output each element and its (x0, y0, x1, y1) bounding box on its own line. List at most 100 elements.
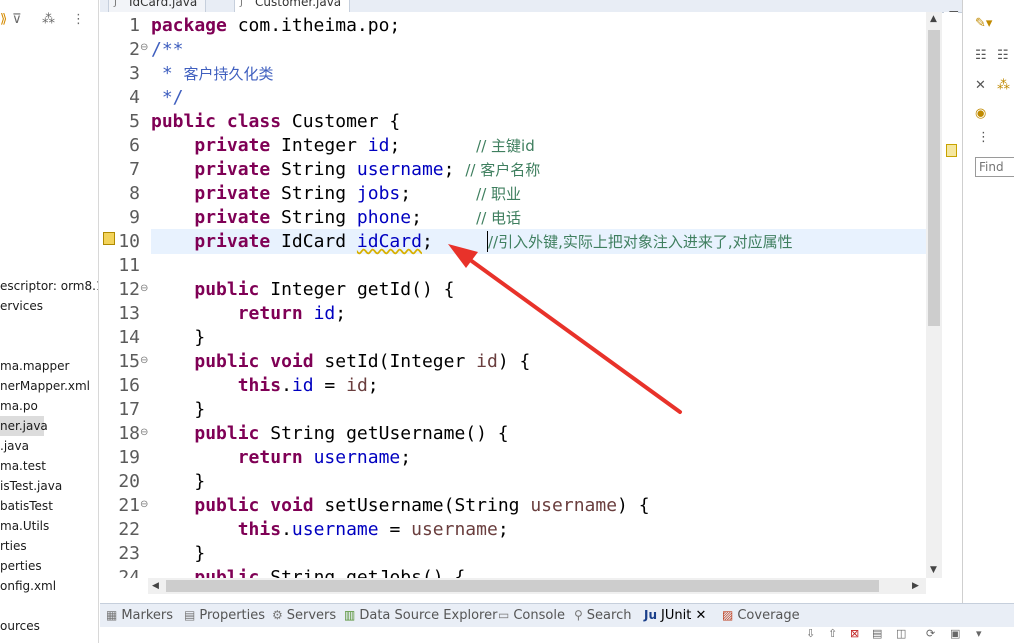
code-line: private String username; // 客户名称 (151, 159, 540, 180)
line-number: 21 (118, 495, 140, 516)
code-editor[interactable]: 1 2 ⊖ 3 4 5 6 7 8 9 10 11 12 ⊖ 13 14 15 … (100, 12, 926, 578)
scrollbar-thumb[interactable] (166, 580, 879, 592)
code-line: * 客户持久化类 (151, 63, 274, 84)
line-number: 1 (129, 15, 140, 36)
history-icon[interactable]: ▤ (872, 627, 882, 640)
horizontal-scrollbar[interactable]: ◀ ▶ (148, 578, 926, 594)
tree-item[interactable]: ervices (0, 296, 43, 316)
field-warning[interactable]: idCard (357, 231, 422, 252)
tree-item[interactable]: onfig.xml (0, 576, 56, 596)
hide-fields-icon[interactable]: ✕ (975, 78, 986, 93)
code-text: ; (367, 375, 379, 396)
tab-coverage[interactable]: ▨ Coverage (722, 608, 800, 623)
code-line: */ (151, 87, 184, 108)
scroll-left-icon[interactable]: ◀ (152, 581, 159, 591)
tab-markers[interactable]: ▦ Markers (106, 608, 173, 623)
tree-item[interactable]: isTest.java (0, 476, 62, 496)
view-menu-icon[interactable]: ⋮ (72, 12, 85, 27)
tree-item[interactable]: ma.mapper (0, 356, 69, 376)
tree-item[interactable]: perties (0, 556, 42, 576)
previous-failure-icon[interactable]: ⇧ (828, 627, 837, 640)
categorize-icon[interactable]: ☷ (975, 48, 987, 63)
stop-icon[interactable]: ▣ (950, 627, 960, 640)
tree-item[interactable]: batisTest (0, 496, 53, 516)
keyword: private (194, 231, 271, 252)
tab-console[interactable]: ▭ Console (498, 608, 565, 623)
fold-icon[interactable]: ⊖ (140, 427, 150, 438)
code-line: } (151, 327, 205, 348)
line-number: 2 (129, 39, 140, 60)
scroll-up-icon[interactable]: ▲ (930, 14, 937, 24)
field: id (313, 303, 336, 324)
code-text: String (259, 567, 347, 578)
hide-static-icon[interactable]: ⁂ (997, 78, 1010, 93)
tab-data-source-explorer[interactable]: ▥ Data Source Explorer (344, 608, 497, 623)
show-failures-icon[interactable]: ⊠ (850, 627, 859, 640)
tree-item[interactable]: ma.Utils (0, 516, 49, 536)
link-editor-icon[interactable]: ⟫ (0, 12, 7, 27)
tab-servers[interactable]: ⚙ Servers (272, 608, 336, 623)
scroll-right-icon[interactable]: ▶ (912, 581, 919, 591)
servers-icon: ⚙ (272, 608, 283, 622)
new-task-icon[interactable]: ✎▾ (975, 16, 992, 31)
tree-item[interactable]: ma.test (0, 456, 46, 476)
code-line: public void setId(Integer id) { (151, 351, 530, 372)
tab-junit[interactable]: Ju JUnit ✕ (644, 608, 706, 623)
tree-item[interactable]: rties (0, 536, 27, 556)
code-line: } (151, 543, 205, 564)
code-line: private String phone; // 电话 (151, 207, 521, 228)
code-line: /** (151, 39, 184, 60)
fold-icon[interactable]: ⊖ (140, 283, 150, 294)
tree-item-selected[interactable]: ner.java (0, 416, 48, 436)
code-text: String (270, 183, 357, 204)
code-line: public void setUsername(String username)… (151, 495, 649, 516)
tree-item[interactable]: ma.po (0, 396, 38, 416)
keyword: private (194, 135, 271, 156)
code-line: private Integer id; // 主键id (151, 135, 535, 156)
view-menu-icon[interactable]: ⋮ (977, 130, 990, 145)
filter-icon[interactable]: ⊽ (12, 12, 22, 27)
warning-overview-marker[interactable] (946, 144, 957, 157)
focus-task-icon[interactable]: ◉ (975, 106, 986, 121)
scroll-down-icon[interactable]: ▼ (930, 565, 937, 575)
fold-icon[interactable]: ⊖ (140, 42, 150, 53)
rerun-icon[interactable]: ⟳ (926, 627, 935, 640)
code-text: = (378, 519, 412, 540)
vertical-scrollbar[interactable]: ▲ ▼ (926, 12, 942, 578)
keyword: public (194, 423, 260, 444)
parameter: id (476, 351, 498, 372)
tab-properties[interactable]: ▤ Properties (184, 608, 265, 623)
tab-search[interactable]: ⚲ Search (574, 608, 631, 623)
comment: // 主键id (476, 137, 535, 155)
keyword: public (194, 567, 260, 578)
field: phone (356, 207, 412, 228)
tree-item[interactable]: .java (0, 436, 29, 456)
keyword: private (194, 183, 271, 204)
keyword: class (226, 111, 282, 132)
fold-icon[interactable]: ⊖ (140, 499, 150, 510)
tree-item[interactable]: ources (0, 616, 40, 636)
line-number: 20 (118, 471, 140, 492)
tree-item[interactable]: escriptor: orm8.1 (0, 276, 98, 296)
line-number: 11 (118, 255, 140, 276)
warning-marker-icon[interactable] (103, 232, 115, 245)
tree-item[interactable]: nerMapper.xml (0, 376, 90, 396)
code-text: ; (411, 207, 422, 228)
view-menu-icon[interactable]: ▾ (976, 627, 982, 640)
code-text: ; (389, 135, 401, 156)
hierarchy-icon[interactable]: ☷ (997, 48, 1009, 63)
code-text: } (194, 543, 206, 564)
overview-ruler (944, 12, 958, 578)
keyword: this (237, 519, 282, 540)
tab-label: Data Source Explorer (359, 608, 498, 623)
close-icon[interactable]: ✕ (695, 608, 706, 623)
scrollbar-thumb[interactable] (928, 30, 940, 326)
find-input[interactable] (975, 157, 1014, 177)
code-line: public class Customer { (151, 111, 400, 132)
layout-icon[interactable]: ◫ (896, 627, 906, 640)
focus-icon[interactable]: ⁂ (42, 12, 55, 27)
parameter: username (411, 519, 498, 540)
next-failure-icon[interactable]: ⇩ (806, 627, 815, 640)
javadoc-text: 客户持久化类 (183, 65, 274, 83)
fold-icon[interactable]: ⊖ (140, 355, 150, 366)
